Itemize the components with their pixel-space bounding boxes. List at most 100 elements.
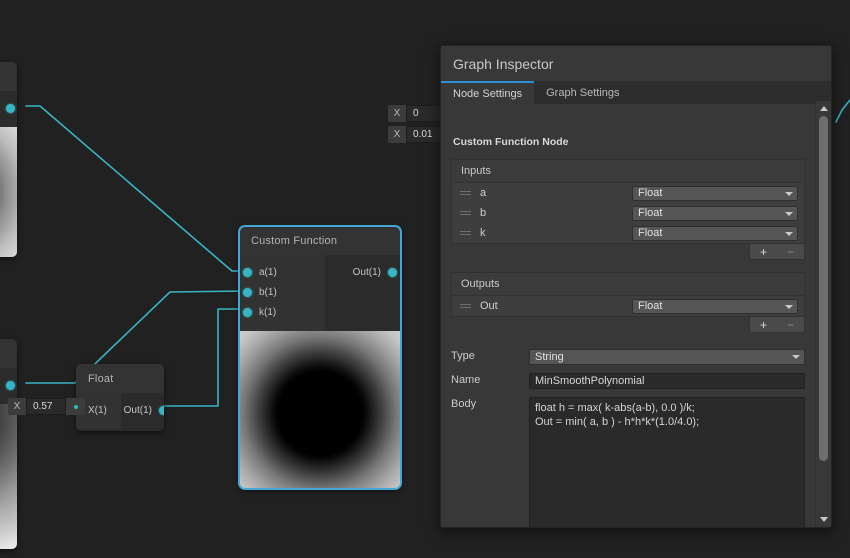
name-input[interactable]: MinSmoothPolynomial [529,373,805,389]
port-label: X(1) [88,405,107,416]
name-field-row: Name MinSmoothPolynomial [451,373,805,389]
custom-function-node-preview [239,331,401,489]
input-slot-row-a[interactable]: a Float [452,183,804,203]
offscreen-node-bottom[interactable]: 1) [0,339,17,549]
input-slot-row-k[interactable]: k Float [452,223,804,243]
wire-right-edge-fragment [836,100,850,122]
drag-handle-icon[interactable] [460,229,471,237]
inspector-scrollbar[interactable] [815,101,831,527]
input-slot-type-dropdown[interactable]: Float [632,206,798,221]
input-slot-row-b[interactable]: b Float [452,203,804,223]
drag-handle-icon[interactable] [460,189,471,197]
tab-node-settings-label: Node Settings [453,88,522,100]
type-dropdown-value: String [535,351,564,363]
input-slot-name[interactable]: b [480,207,632,219]
float-node-ports: X(1) Out(1) [76,393,164,431]
graph-inspector-panel[interactable]: Graph Inspector Node Settings Graph Sett… [440,45,832,528]
input-port-dot-b[interactable] [243,288,252,297]
float-node[interactable]: Float X(1) Out(1) [76,364,164,431]
body-field-row: Body float h = max( k-abs(a-b), 0.0 )/k;… [451,397,805,528]
offscreen-node-top-ports: 1) [0,91,17,127]
outputs-group-header: Outputs [452,273,804,296]
port-row-output[interactable]: 1) [0,375,11,395]
port-label: k(1) [259,307,276,318]
value-field-axis-label: X [388,129,406,140]
body-field-label: Body [451,397,529,410]
tab-graph-settings[interactable]: Graph Settings [534,81,631,104]
input-slot-type-dropdown[interactable]: Float [632,186,798,201]
chevron-down-icon [785,305,793,309]
port-row-out[interactable]: Out(1) [121,400,164,420]
scrollbar-thumb[interactable] [819,116,828,461]
value-field-0[interactable]: X 0 [388,105,446,122]
input-port-dot-k[interactable] [243,308,252,317]
chevron-down-icon [792,355,800,359]
chevron-down-icon [785,192,793,196]
port-row-k[interactable]: k(1) [247,302,325,322]
value-field-axis-label: X [8,401,26,412]
port-label: b(1) [259,287,277,298]
port-row-a[interactable]: a(1) [247,262,325,282]
value-field-1[interactable]: X 0.01 [388,126,446,143]
remove-output-button[interactable]: − [777,317,804,332]
port-label: Out(1) [353,267,381,278]
outputs-addremove: + − [451,317,805,333]
wire-top-to-a [26,106,246,271]
output-port-dot[interactable] [159,406,164,415]
tab-node-settings[interactable]: Node Settings [441,81,534,104]
input-slot-type-value: Float [638,187,662,199]
name-field-label: Name [451,373,529,386]
type-dropdown[interactable]: String [529,349,805,365]
value-field-port-dot[interactable] [74,405,78,409]
output-slot-type-value: Float [638,300,662,312]
add-input-button[interactable]: + [750,244,777,259]
inputs-group-header: Inputs [452,160,804,183]
remove-input-button[interactable]: − [777,244,804,259]
chevron-down-icon [785,232,793,236]
scroll-up-arrow-icon[interactable] [820,106,828,111]
input-port-dot-a[interactable] [243,268,252,277]
inputs-group: Inputs a Float b Float [451,159,805,244]
add-output-button[interactable]: + [750,317,777,332]
output-slot-type-dropdown[interactable]: Float [632,299,798,314]
node-preview [0,404,17,549]
output-port-dot[interactable] [6,381,15,390]
value-field-2[interactable]: X 0.57 [8,398,85,415]
port-row-out[interactable]: Out(1) [325,262,393,282]
drag-handle-icon[interactable] [460,302,471,310]
type-field-label: Type [451,349,529,362]
offscreen-node-top-title [0,62,17,91]
output-slot-row-out[interactable]: Out Float [452,296,804,316]
input-slot-type-value: Float [638,207,662,219]
port-label: a(1) [259,267,277,278]
input-slot-type-dropdown[interactable]: Float [632,226,798,241]
input-slot-type-value: Float [638,227,662,239]
node-preview [0,127,17,257]
output-port-dot[interactable] [388,268,397,277]
output-port-dot[interactable] [6,104,15,113]
body-textarea[interactable]: float h = max( k-abs(a-b), 0.0 )/k; Out … [529,397,805,528]
tab-graph-settings-label: Graph Settings [546,87,619,99]
scroll-down-arrow-icon[interactable] [820,517,828,522]
node-kind-heading: Custom Function Node [451,124,805,159]
custom-function-node[interactable]: Custom Function a(1) b(1) k(1) [239,226,401,489]
inputs-addremove: + − [451,244,805,260]
offscreen-node-top[interactable]: 1) [0,62,17,257]
shader-graph-window: 1) 1) X 0 [0,0,850,558]
port-label: Out(1) [124,405,152,416]
chevron-down-icon [785,212,793,216]
output-slot-name[interactable]: Out [480,300,632,312]
port-row-output[interactable]: 1) [0,98,11,118]
input-slot-name[interactable]: a [480,187,632,199]
custom-function-node-title: Custom Function [239,226,401,255]
drag-handle-icon[interactable] [460,209,471,217]
type-field-row: Type String [451,349,805,365]
port-row-b[interactable]: b(1) [247,282,325,302]
inspector-tabbar: Node Settings Graph Settings [441,81,831,104]
inspector-body: Custom Function Node Inputs a Float b [441,124,815,527]
float-node-title: Float [76,364,164,393]
outputs-group: Outputs Out Float [451,272,805,317]
offscreen-node-bottom-title [0,339,17,368]
input-slot-name[interactable]: k [480,227,632,239]
value-field-input[interactable]: 0.57 [26,398,66,415]
